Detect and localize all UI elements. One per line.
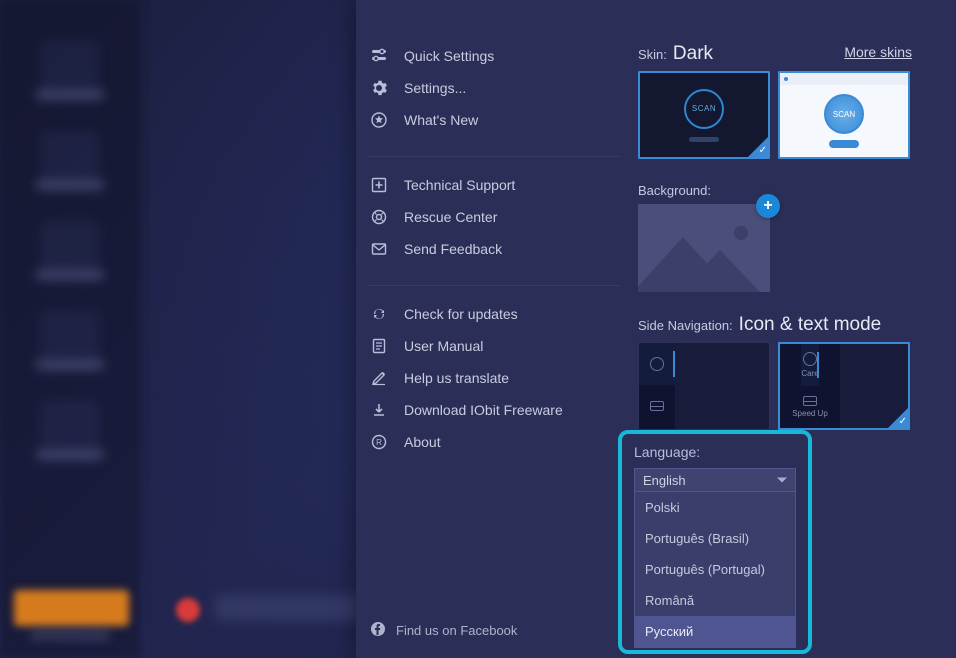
menu-item-download-freeware[interactable]: Download IObit Freeware bbox=[356, 394, 632, 426]
facebook-icon bbox=[370, 621, 386, 640]
language-option[interactable]: Polski bbox=[635, 492, 795, 523]
svg-text:R: R bbox=[376, 438, 382, 447]
language-section-highlight: Language: English Polski Português (Bras… bbox=[618, 430, 812, 654]
menu-item-label: About bbox=[404, 434, 441, 450]
mail-icon bbox=[370, 240, 388, 258]
skin-thumbnails: SCAN SCAN bbox=[638, 71, 912, 159]
menu-group-3: Check for updates User Manual Help us tr… bbox=[356, 298, 632, 458]
menu-item-about[interactable]: R About bbox=[356, 426, 632, 458]
download-icon bbox=[370, 401, 388, 419]
skin-label: Skin: bbox=[638, 47, 667, 62]
menu-item-label: Quick Settings bbox=[404, 48, 494, 64]
language-option[interactable]: Română bbox=[635, 585, 795, 616]
plus-box-icon bbox=[370, 176, 388, 194]
skin-option-light[interactable]: SCAN bbox=[778, 71, 910, 159]
background-label: Background: bbox=[638, 183, 711, 198]
menu-item-check-updates[interactable]: Check for updates bbox=[356, 298, 632, 330]
menu-list: Quick Settings Settings... What's New Te… bbox=[356, 0, 632, 658]
menu-item-user-manual[interactable]: User Manual bbox=[356, 330, 632, 362]
menu-item-label: Check for updates bbox=[404, 306, 518, 322]
menu-item-send-feedback[interactable]: Send Feedback bbox=[356, 233, 632, 265]
language-dropdown: Polski Português (Brasil) Português (Por… bbox=[634, 492, 796, 648]
menu-item-label: Settings... bbox=[404, 80, 466, 96]
blurred-activate-label bbox=[30, 630, 110, 640]
menu-item-label: Help us translate bbox=[404, 370, 509, 386]
skin-value: Dark bbox=[673, 43, 713, 65]
menu-item-rescue-center[interactable]: Rescue Center bbox=[356, 201, 632, 233]
menu-item-technical-support[interactable]: Technical Support bbox=[356, 169, 632, 201]
menu-divider bbox=[368, 156, 620, 157]
chevron-down-icon bbox=[777, 478, 787, 483]
selected-check-icon bbox=[748, 137, 768, 157]
facebook-label: Find us on Facebook bbox=[396, 623, 517, 638]
menu-item-quick-settings[interactable]: Quick Settings bbox=[356, 40, 632, 72]
selected-check-icon bbox=[888, 408, 908, 428]
menu-item-label: User Manual bbox=[404, 338, 483, 354]
pencil-icon bbox=[370, 369, 388, 387]
menu-item-label: What's New bbox=[404, 112, 478, 128]
refresh-icon bbox=[370, 305, 388, 323]
sidenav-value: Icon & text mode bbox=[739, 314, 882, 336]
blurred-notification-dot bbox=[176, 598, 200, 622]
registered-icon: R bbox=[370, 433, 388, 451]
lifebuoy-icon bbox=[370, 208, 388, 226]
language-option[interactable]: Русский bbox=[635, 616, 795, 647]
scan-circle-icon: SCAN bbox=[684, 89, 724, 129]
menu-item-label: Send Feedback bbox=[404, 241, 502, 257]
menu-divider bbox=[368, 285, 620, 286]
menu-item-help-translate[interactable]: Help us translate bbox=[356, 362, 632, 394]
menu-item-label: Technical Support bbox=[404, 177, 515, 193]
language-selected-value: English bbox=[643, 473, 686, 488]
gear-icon bbox=[370, 79, 388, 97]
sliders-icon bbox=[370, 47, 388, 65]
menu-group-1: Quick Settings Settings... What's New bbox=[356, 40, 632, 136]
language-option[interactable]: Português (Brasil) bbox=[635, 523, 795, 554]
settings-flyout-panel: Quick Settings Settings... What's New Te… bbox=[356, 0, 956, 658]
book-icon bbox=[370, 337, 388, 355]
menu-item-label: Download IObit Freeware bbox=[404, 402, 563, 418]
background-thumbnail[interactable] bbox=[638, 204, 770, 292]
sidenav-label: Side Navigation: bbox=[638, 318, 733, 333]
language-label: Language: bbox=[634, 444, 796, 460]
scan-circle-icon: SCAN bbox=[824, 94, 864, 134]
sidenav-section: Side Navigation: Icon & text mode Care S… bbox=[638, 314, 912, 430]
skin-option-dark[interactable]: SCAN bbox=[638, 71, 770, 159]
sidenav-option-icon-only[interactable] bbox=[638, 342, 770, 430]
language-option[interactable]: Português (Portugal) bbox=[635, 554, 795, 585]
menu-item-whats-new[interactable]: What's New bbox=[356, 104, 632, 136]
star-icon bbox=[370, 111, 388, 129]
blurred-activate-button bbox=[14, 590, 129, 626]
add-background-button[interactable]: + bbox=[756, 194, 780, 218]
find-on-facebook-link[interactable]: Find us on Facebook bbox=[370, 621, 517, 640]
menu-item-settings[interactable]: Settings... bbox=[356, 72, 632, 104]
menu-item-label: Rescue Center bbox=[404, 209, 497, 225]
menu-group-2: Technical Support Rescue Center Send Fee… bbox=[356, 169, 632, 265]
language-select[interactable]: English bbox=[634, 468, 796, 492]
blurred-sidebar bbox=[0, 0, 140, 658]
more-skins-link[interactable]: More skins bbox=[844, 44, 912, 60]
sidenav-option-icon-text[interactable]: Care Speed Up bbox=[778, 342, 910, 430]
background-section: Background: + bbox=[638, 183, 912, 292]
